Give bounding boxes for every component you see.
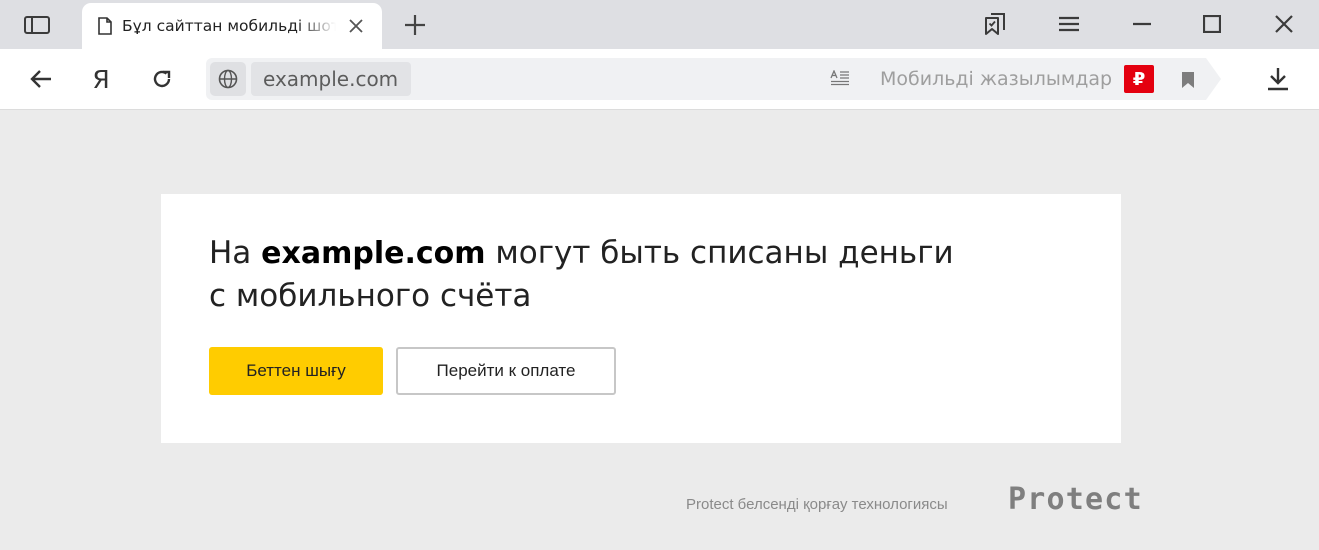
yandex-home-button[interactable]: Я [83,62,119,96]
bookmark-button[interactable] [1174,67,1202,93]
payment-warning-card: На example.com могут быть списаны деньги… [161,194,1121,443]
maximize-icon [1203,15,1221,33]
plus-icon [405,15,425,35]
proceed-to-payment-button[interactable]: Перейти к оплате [396,347,616,395]
warning-middle: могут быть списаны деньги [485,235,954,271]
address-bar[interactable]: example.com Мобильді жазылымдар ₽ [206,58,1206,100]
hamburger-icon [1059,16,1079,32]
menu-button[interactable] [1050,8,1088,40]
warning-actions: Беттен шығу Перейти к оплате [209,347,616,395]
warning-domain: example.com [261,236,486,271]
protect-logo: Protect [1008,482,1143,517]
tab-title: Бұл сайттан мобильді шоттан ақша алынуы … [122,17,336,35]
globe-icon [218,69,238,89]
minimize-icon [1133,22,1151,26]
warning-prefix: На [209,235,262,271]
browser-toolbar: Я example.com Мобильді жазылымдар ₽ [0,49,1319,110]
reload-button[interactable] [144,62,180,96]
back-button[interactable] [23,62,59,96]
maximize-button[interactable] [1193,8,1231,40]
bookmark-icon [1182,72,1194,88]
tab-strip: Бұл сайттан мобильді шоттан ақша алынуы … [0,0,1319,49]
warning-line2: с мобильного счёта [209,278,532,314]
tab-active[interactable]: Бұл сайттан мобильді шоттан ақша алынуы … [82,3,382,49]
leave-page-button[interactable]: Беттен шығу [209,347,383,395]
collections-button[interactable] [976,8,1014,40]
minimize-button[interactable] [1123,8,1161,40]
reader-mode-button[interactable] [826,65,854,93]
arrow-left-icon [30,70,51,88]
bookmarks-icon [985,13,1005,35]
mobile-payment-button[interactable]: ₽ [1124,65,1154,93]
tab-close-button[interactable] [344,14,368,38]
yandex-logo: Я [92,64,110,94]
reader-icon [830,70,849,86]
new-tab-button[interactable] [398,9,432,41]
url-text[interactable]: example.com [251,62,411,96]
warning-message: На example.com могут быть списаны деньги… [209,232,1089,317]
protect-description: Protect белсенді қорғау технологиясы [686,496,948,513]
close-icon [349,19,363,33]
mobile-subscriptions-link[interactable]: Мобильді жазылымдар [880,58,1112,100]
address-bar-tail [1206,58,1221,100]
close-icon [1275,15,1293,33]
sidebar-icon [24,16,50,34]
ruble-icon: ₽ [1132,68,1146,90]
download-icon [1268,68,1288,91]
sidebar-toggle-button[interactable] [14,8,60,42]
reload-icon [153,70,171,88]
document-icon [98,17,112,35]
site-info-button[interactable] [210,62,246,96]
close-window-button[interactable] [1265,8,1303,40]
downloads-button[interactable] [1260,62,1296,96]
